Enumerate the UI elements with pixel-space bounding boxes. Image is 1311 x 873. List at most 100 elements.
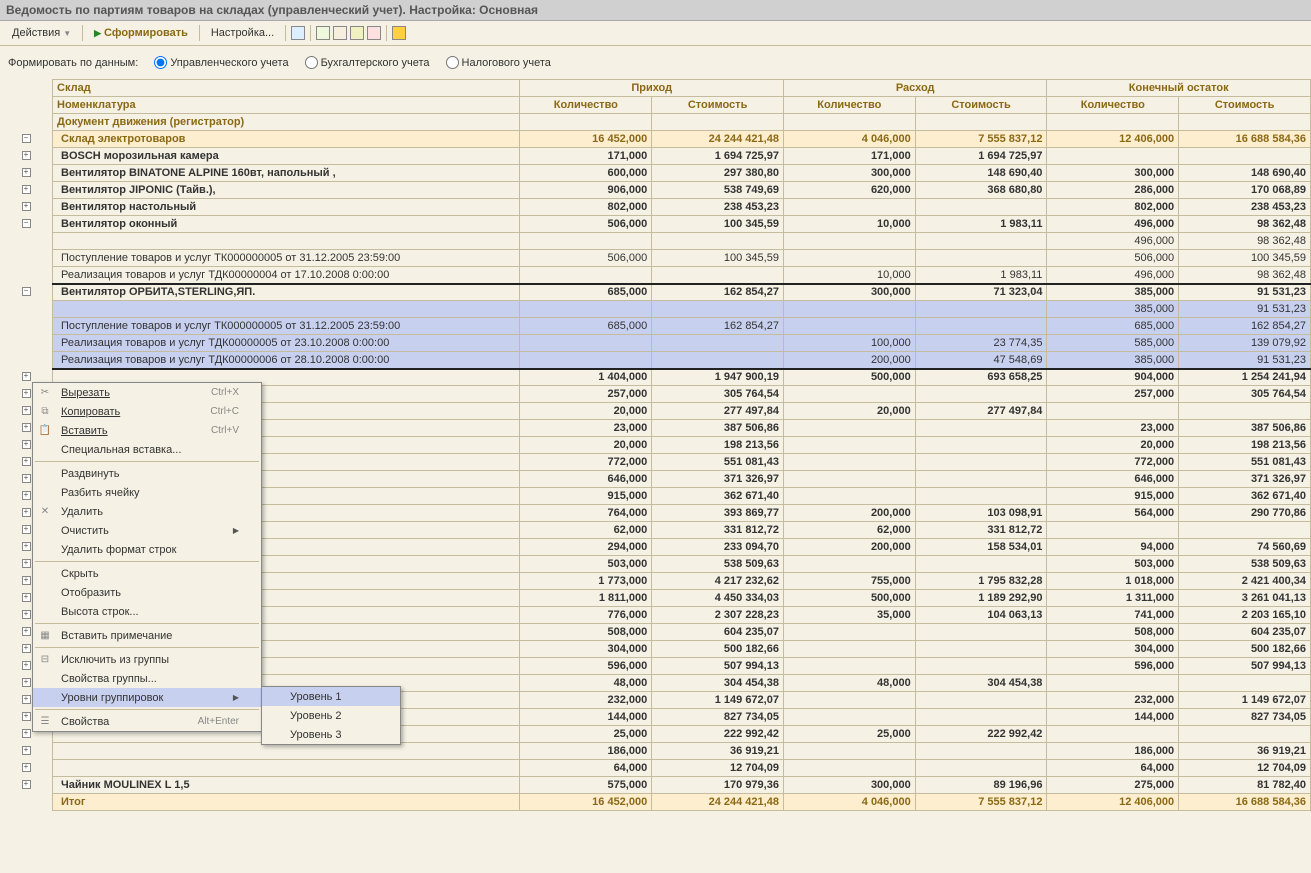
table-row[interactable]: Вентилятор ОРБИТА,STERLING,ЯП.685,000162…: [53, 284, 1311, 301]
expand-icon[interactable]: +: [22, 678, 31, 687]
collapse-icon[interactable]: −: [22, 219, 31, 228]
table-row[interactable]: Вентилятор BINATONE ALPINE 160вт, наполь…: [53, 165, 1311, 182]
expand-icon[interactable]: +: [22, 712, 31, 721]
expand-icon[interactable]: +: [22, 746, 31, 755]
expand-icon[interactable]: +: [22, 763, 31, 772]
cell-value: 368 680,80: [915, 182, 1047, 199]
radio-accounting[interactable]: Бухгалтерского учета: [305, 56, 430, 69]
expand-icon[interactable]: +: [22, 185, 31, 194]
expand-icon[interactable]: +: [22, 423, 31, 432]
expand-icon[interactable]: +: [22, 389, 31, 398]
ctx-delete-format[interactable]: Удалить формат строк: [33, 540, 261, 559]
collapse-icon[interactable]: −: [22, 134, 31, 143]
ctx-paste-special[interactable]: Специальная вставка...: [33, 440, 261, 459]
radio-tax[interactable]: Налогового учета: [446, 56, 551, 69]
table-row[interactable]: Склад электротоваров16 452,00024 244 421…: [53, 131, 1311, 148]
ctx-cut[interactable]: ✂ВырезатьCtrl+X: [33, 383, 261, 402]
expand-icon[interactable]: +: [22, 525, 31, 534]
expand-icon[interactable]: +: [22, 593, 31, 602]
table-row[interactable]: Реализация товаров и услуг ТДК00000004 о…: [53, 267, 1311, 284]
cell-value: 304 454,38: [915, 675, 1047, 692]
expand-icon[interactable]: +: [22, 610, 31, 619]
expand-icon[interactable]: +: [22, 202, 31, 211]
table-row[interactable]: Поступление товаров и услуг ТК000000005 …: [53, 250, 1311, 267]
ctx-row-height[interactable]: Высота строк...: [33, 602, 261, 621]
table-row[interactable]: Реализация товаров и услуг ТДК00000006 о…: [53, 352, 1311, 369]
actions-menu[interactable]: Действия ▼: [6, 25, 77, 41]
expand-icon[interactable]: +: [22, 780, 31, 789]
expand-icon[interactable]: +: [22, 168, 31, 177]
ctx-delete[interactable]: ✕Удалить: [33, 502, 261, 521]
table-row[interactable]: Вентилятор оконный506,000100 345,5910,00…: [53, 216, 1311, 233]
expand-icon[interactable]: +: [22, 627, 31, 636]
table-row[interactable]: 496,00098 362,48: [53, 233, 1311, 250]
expand-icon[interactable]: +: [22, 151, 31, 160]
cell-value: 551 081,43: [652, 454, 784, 471]
ctx-group-levels[interactable]: Уровни группировок▶ Уровень 1 Уровень 2 …: [33, 688, 261, 707]
cell-value: 104 063,13: [915, 607, 1047, 624]
expand-icon[interactable]: +: [22, 559, 31, 568]
cell-value: 538 509,63: [652, 556, 784, 573]
levels-submenu[interactable]: Уровень 1 Уровень 2 Уровень 3: [261, 686, 401, 745]
settings-button[interactable]: Настройка...: [205, 25, 280, 41]
ctx-split[interactable]: Разбить ячейку: [33, 483, 261, 502]
cell-value: 331 812,72: [652, 522, 784, 539]
table-row[interactable]: Чайник MOULINEX L 1,5575,000170 979,3630…: [53, 777, 1311, 794]
table-row[interactable]: 385,00091 531,23: [53, 301, 1311, 318]
cell-value: [915, 454, 1047, 471]
expand-icon[interactable]: +: [22, 661, 31, 670]
expand-icon[interactable]: +: [22, 457, 31, 466]
ctx-show[interactable]: Отобразить: [33, 583, 261, 602]
collapse-icon[interactable]: −: [22, 287, 31, 296]
cell-value: 48,000: [783, 675, 915, 692]
context-menu[interactable]: ✂ВырезатьCtrl+X ⧉КопироватьCtrl+C 📋Встав…: [32, 382, 262, 732]
expand-icon[interactable]: +: [22, 729, 31, 738]
toolbar-icon-5[interactable]: [367, 26, 381, 40]
expand-icon[interactable]: +: [22, 508, 31, 517]
expand-icon[interactable]: +: [22, 576, 31, 585]
expand-icon[interactable]: +: [22, 644, 31, 653]
cell-value: 508,000: [1047, 624, 1179, 641]
ctx-exclude[interactable]: ⊟Исключить из группы: [33, 650, 261, 669]
table-row[interactable]: Поступление товаров и услуг ТК000000005 …: [53, 318, 1311, 335]
ctx-level-3[interactable]: Уровень 3: [262, 725, 400, 744]
cell-value: [783, 199, 915, 216]
expand-icon[interactable]: +: [22, 542, 31, 551]
cell-value: 507 994,13: [652, 658, 784, 675]
help-icon[interactable]: [392, 26, 406, 40]
expand-icon[interactable]: +: [22, 491, 31, 500]
ctx-level-1[interactable]: Уровень 1: [262, 687, 400, 706]
form-button[interactable]: Сформировать: [88, 25, 194, 41]
cell-value: 91 531,23: [1179, 352, 1311, 369]
ctx-paste[interactable]: 📋ВставитьCtrl+V: [33, 421, 261, 440]
toolbar-icon-4[interactable]: [350, 26, 364, 40]
ctx-expand[interactable]: Раздвинуть: [33, 464, 261, 483]
table-row[interactable]: Итог16 452,00024 244 421,484 046,0007 55…: [53, 794, 1311, 811]
ctx-copy[interactable]: ⧉КопироватьCtrl+C: [33, 402, 261, 421]
radio-management[interactable]: Управленческого учета: [154, 56, 288, 69]
table-row[interactable]: xxxxxxxxxxxxxx186,00036 919,21186,00036 …: [53, 743, 1311, 760]
table-row[interactable]: Вентилятор настольный802,000238 453,2380…: [53, 199, 1311, 216]
toolbar-icon-2[interactable]: [316, 26, 330, 40]
expand-icon[interactable]: +: [22, 406, 31, 415]
ctx-group-props[interactable]: Свойства группы...: [33, 669, 261, 688]
toolbar-icon-3[interactable]: [333, 26, 347, 40]
expand-icon[interactable]: +: [22, 474, 31, 483]
cell-value: 393 869,77: [652, 505, 784, 522]
ctx-clear[interactable]: Очистить▶: [33, 521, 261, 540]
ctx-properties[interactable]: ☰СвойстваAlt+Enter: [33, 712, 261, 731]
table-row[interactable]: Реализация товаров и услуг ТДК00000005 о…: [53, 335, 1311, 352]
expand-icon[interactable]: +: [22, 440, 31, 449]
toolbar-icon-1[interactable]: [291, 26, 305, 40]
ctx-hide[interactable]: Скрыть: [33, 564, 261, 583]
cell-value: 304 454,38: [652, 675, 784, 692]
expand-icon[interactable]: +: [22, 372, 31, 381]
ctx-insert-note[interactable]: ▦Вставить примечание: [33, 626, 261, 645]
cell-value: 371 326,97: [652, 471, 784, 488]
cell-value: [915, 386, 1047, 403]
table-row[interactable]: xxxxxxxxxxxxxx64,00012 704,0964,00012 70…: [53, 760, 1311, 777]
table-row[interactable]: BOSCH морозильная камера171,0001 694 725…: [53, 148, 1311, 165]
expand-icon[interactable]: +: [22, 695, 31, 704]
table-row[interactable]: Вентилятор JIPONIC (Тайв.),906,000538 74…: [53, 182, 1311, 199]
ctx-level-2[interactable]: Уровень 2: [262, 706, 400, 725]
